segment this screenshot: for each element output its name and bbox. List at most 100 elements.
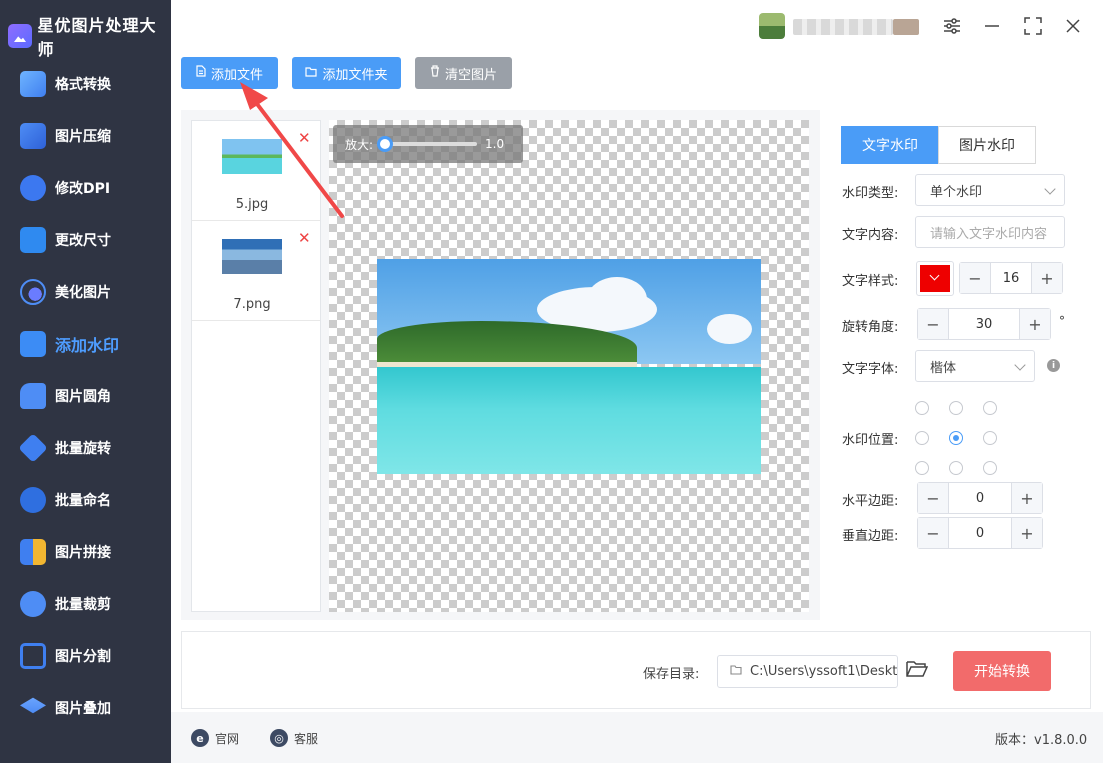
position-top-left-radio[interactable] <box>915 401 929 415</box>
rotate-value[interactable]: 30 <box>948 309 1020 339</box>
sidebar-item-label: 图片分割 <box>55 649 111 665</box>
support-label: 客服 <box>294 731 319 746</box>
watermark-settings-panel: 文字水印 图片水印 水印类型: 单个水印 文字内容: 请输入文字水印内容 文字样… <box>831 110 1091 620</box>
info-icon[interactable]: i <box>1047 359 1060 372</box>
position-bottom-center-radio[interactable] <box>949 461 963 475</box>
username-redacted-end <box>893 19 919 35</box>
add-file-button[interactable]: 添加文件 <box>181 57 278 89</box>
increase-h-margin-button[interactable]: + <box>1012 483 1042 513</box>
save-dir-input[interactable]: C:\Users\yssoft1\Deskt <box>717 655 898 688</box>
position-bottom-right-radio[interactable] <box>983 461 997 475</box>
minimize-icon[interactable] <box>978 12 1006 40</box>
decrease-h-margin-button[interactable]: − <box>918 483 948 513</box>
text-content-input[interactable]: 请输入文字水印内容 <box>915 216 1065 248</box>
list-item[interactable]: ✕ 7.png <box>192 221 320 321</box>
save-dir-value: C:\Users\yssoft1\Deskt <box>750 664 898 679</box>
start-convert-button[interactable]: 开始转换 <box>953 651 1051 691</box>
sidebar-item-rotate[interactable]: 批量旋转 <box>0 422 171 474</box>
position-middle-left-radio[interactable] <box>915 431 929 445</box>
v-margin-label: 垂直边距: <box>842 529 899 544</box>
sidebar-item-compress[interactable]: 图片压缩 <box>0 110 171 162</box>
sidebar-item-stitch[interactable]: 图片拼接 <box>0 526 171 578</box>
position-middle-center-radio[interactable] <box>949 431 963 445</box>
website-link[interactable]: e 官网 <box>191 729 239 747</box>
increase-v-margin-button[interactable]: + <box>1012 518 1042 548</box>
decrease-font-size-button[interactable]: − <box>960 263 990 293</box>
sidebar-item-rename[interactable]: 批量命名 <box>0 474 171 526</box>
watermark-type-select[interactable]: 单个水印 <box>915 174 1065 206</box>
rotate-stepper[interactable]: − 30 + <box>917 308 1051 340</box>
clear-images-button[interactable]: 清空图片 <box>415 57 512 89</box>
list-item[interactable]: ✕ 5.jpg <box>192 121 320 221</box>
font-select[interactable]: 楷体 <box>915 350 1035 382</box>
avatar[interactable] <box>759 13 785 39</box>
remove-file-icon[interactable]: ✕ <box>298 129 311 147</box>
add-folder-button[interactable]: 添加文件夹 <box>292 57 401 89</box>
app-logo-icon <box>8 24 32 48</box>
position-label: 水印位置: <box>842 433 899 448</box>
preview-cloud <box>707 314 752 344</box>
footer: e 官网 ◎ 客服 版本：v1.8.0.0 <box>171 712 1103 763</box>
browse-folder-icon[interactable] <box>906 660 929 680</box>
remove-file-icon[interactable]: ✕ <box>298 229 311 247</box>
maximize-icon[interactable] <box>1019 12 1047 40</box>
position-top-right-radio[interactable] <box>983 401 997 415</box>
sidebar-item-watermark[interactable]: 添加水印 <box>0 318 171 370</box>
chevron-down-icon <box>1044 183 1056 195</box>
add-file-label: 添加文件 <box>210 67 263 83</box>
app-title: 星优图片处理大师 <box>37 16 157 59</box>
degree-symbol: ° <box>1059 314 1065 328</box>
decrease-v-margin-button[interactable]: − <box>918 518 948 548</box>
sidebar-item-label: 格式转换 <box>55 77 111 93</box>
app-brand: 星优图片处理大师 <box>8 12 171 60</box>
preview-cloud <box>587 277 647 322</box>
sidebar-item-overlay[interactable]: 图片叠加 <box>0 682 171 734</box>
support-link[interactable]: ◎ 客服 <box>270 729 318 747</box>
text-color-picker[interactable] <box>916 261 954 296</box>
increase-font-size-button[interactable]: + <box>1032 263 1062 293</box>
rename-icon <box>20 487 46 513</box>
position-bottom-left-radio[interactable] <box>915 461 929 475</box>
zoom-slider[interactable] <box>377 136 478 152</box>
tab-text-watermark[interactable]: 文字水印 <box>841 126 939 164</box>
font-size-stepper[interactable]: − 16 + <box>959 262 1063 294</box>
folder-icon <box>730 664 742 679</box>
username-redacted <box>793 19 893 35</box>
sidebar-item-format-convert[interactable]: 格式转换 <box>0 58 171 110</box>
position-middle-right-radio[interactable] <box>983 431 997 445</box>
watermark-type-value: 单个水印 <box>930 184 983 200</box>
compress-icon <box>20 123 46 149</box>
round-corner-icon <box>20 383 46 409</box>
settings-icon[interactable] <box>938 12 966 40</box>
decrease-rotate-button[interactable]: − <box>918 309 948 339</box>
sidebar-item-split[interactable]: 图片分割 <box>0 630 171 682</box>
v-margin-stepper[interactable]: − 0 + <box>917 517 1043 549</box>
font-size-value[interactable]: 16 <box>990 263 1032 293</box>
h-margin-value[interactable]: 0 <box>948 483 1012 513</box>
zoom-control: 放大: 1.0 <box>333 125 523 163</box>
preview-sea <box>377 367 761 474</box>
position-top-center-radio[interactable] <box>949 401 963 415</box>
zoom-slider-handle[interactable] <box>377 136 394 152</box>
sidebar-item-label: 修改DPI <box>55 181 111 197</box>
file-icon <box>196 65 206 81</box>
close-icon[interactable] <box>1059 12 1087 40</box>
start-convert-label: 开始转换 <box>974 664 1030 680</box>
sidebar-item-label: 批量裁剪 <box>55 597 111 613</box>
sidebar-nav: 格式转换 图片压缩 修改DPI 更改尺寸 美化图片 添加水印 图片圆角 批量旋转… <box>0 58 171 734</box>
clear-images-label: 清空图片 <box>444 67 497 83</box>
sidebar-item-resize[interactable]: 更改尺寸 <box>0 214 171 266</box>
file-name: 7.png <box>233 297 271 312</box>
sidebar-item-round-corner[interactable]: 图片圆角 <box>0 370 171 422</box>
increase-rotate-button[interactable]: + <box>1020 309 1050 339</box>
sidebar-item-label: 添加水印 <box>55 336 120 355</box>
sidebar-item-label: 图片叠加 <box>55 701 111 717</box>
h-margin-stepper[interactable]: − 0 + <box>917 482 1043 514</box>
sidebar-item-dpi[interactable]: 修改DPI <box>0 162 171 214</box>
tab-label: 文字水印 <box>862 138 918 154</box>
v-margin-value[interactable]: 0 <box>948 518 1012 548</box>
sidebar-item-beautify[interactable]: 美化图片 <box>0 266 171 318</box>
crop-icon <box>20 591 46 617</box>
sidebar-item-crop[interactable]: 批量裁剪 <box>0 578 171 630</box>
tab-image-watermark[interactable]: 图片水印 <box>938 126 1036 164</box>
